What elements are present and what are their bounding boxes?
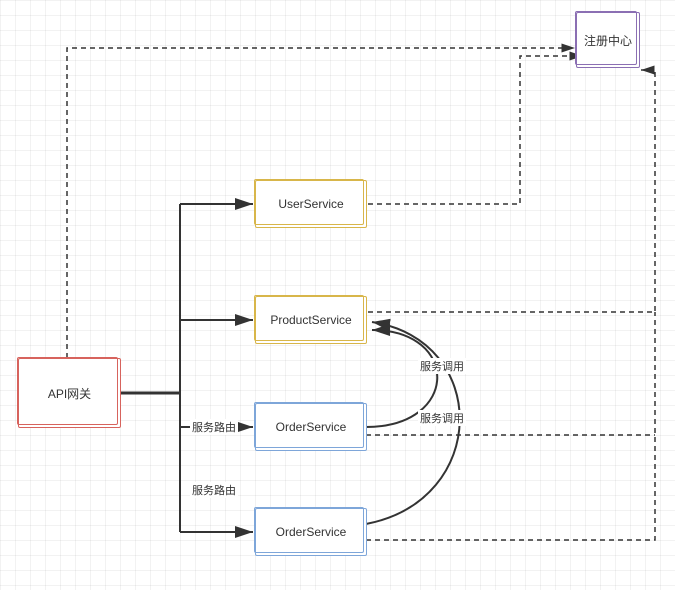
node-order-service-1: OrderService [255, 403, 367, 451]
label-route-1: 服务路由 [190, 419, 238, 435]
node-product-service: ProductService [255, 296, 367, 344]
grid-background [0, 0, 675, 590]
node-api-gateway: API网关 [18, 358, 121, 428]
node-order-service-1-label: OrderService [276, 420, 347, 434]
node-registry-label: 注册中心 [584, 32, 632, 49]
node-registry: 注册中心 [576, 12, 640, 68]
node-order-service-2-label: OrderService [276, 525, 347, 539]
node-product-service-label: ProductService [270, 313, 351, 327]
node-api-gateway-label: API网关 [48, 385, 91, 402]
node-user-service: UserService [255, 180, 367, 228]
node-user-service-label: UserService [278, 197, 343, 211]
label-route-2: 服务路由 [190, 482, 238, 498]
node-order-service-2: OrderService [255, 508, 367, 556]
label-call-1: 服务调用 [418, 358, 466, 374]
label-call-2: 服务调用 [418, 410, 466, 426]
